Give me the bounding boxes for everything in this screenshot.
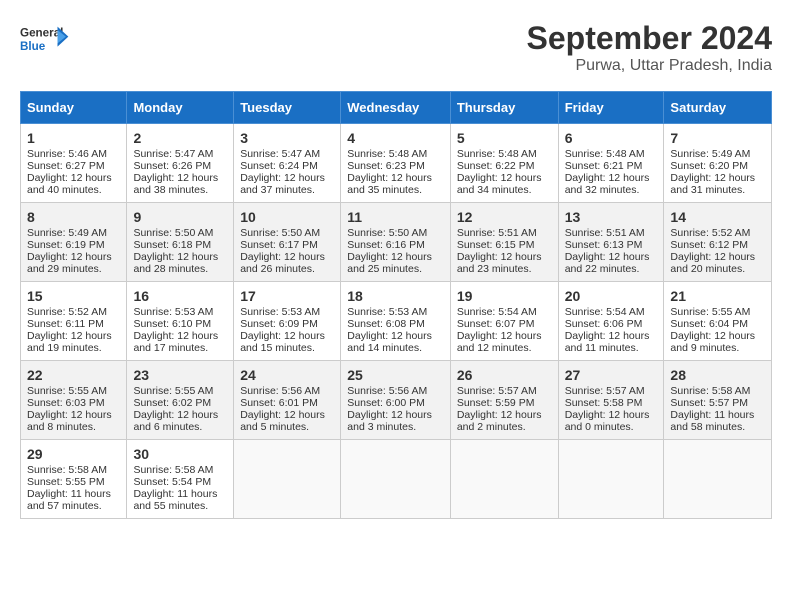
title-area: September 2024 Purwa, Uttar Pradesh, Ind…: [527, 20, 772, 75]
empty-cell-5: [664, 440, 772, 519]
header-friday: Friday: [558, 92, 664, 124]
day-21: 21 Sunrise: 5:55 AMSunset: 6:04 PMDaylig…: [664, 282, 772, 361]
day-26: 26 Sunrise: 5:57 AMSunset: 5:59 PMDaylig…: [450, 361, 558, 440]
week-row-5: 29 Sunrise: 5:58 AMSunset: 5:55 PMDaylig…: [21, 440, 772, 519]
logo-icon: General Blue: [20, 20, 70, 60]
day-1: 1 Sunrise: 5:46 AMSunset: 6:27 PMDayligh…: [21, 124, 127, 203]
header-sunday: Sunday: [21, 92, 127, 124]
week-row-1: 1 Sunrise: 5:46 AMSunset: 6:27 PMDayligh…: [21, 124, 772, 203]
day-27: 27 Sunrise: 5:57 AMSunset: 5:58 PMDaylig…: [558, 361, 664, 440]
header-thursday: Thursday: [450, 92, 558, 124]
day-23: 23 Sunrise: 5:55 AMSunset: 6:02 PMDaylig…: [127, 361, 234, 440]
days-header-row: Sunday Monday Tuesday Wednesday Thursday…: [21, 92, 772, 124]
day-17: 17 Sunrise: 5:53 AMSunset: 6:09 PMDaylig…: [234, 282, 341, 361]
header-wednesday: Wednesday: [341, 92, 451, 124]
week-row-3: 15 Sunrise: 5:52 AMSunset: 6:11 PMDaylig…: [21, 282, 772, 361]
empty-cell-1: [234, 440, 341, 519]
day-4: 4 Sunrise: 5:48 AMSunset: 6:23 PMDayligh…: [341, 124, 451, 203]
svg-text:Blue: Blue: [20, 40, 46, 53]
month-title: September 2024: [527, 20, 772, 57]
day-14: 14 Sunrise: 5:52 AMSunset: 6:12 PMDaylig…: [664, 203, 772, 282]
day-29: 29 Sunrise: 5:58 AMSunset: 5:55 PMDaylig…: [21, 440, 127, 519]
day-13: 13 Sunrise: 5:51 AMSunset: 6:13 PMDaylig…: [558, 203, 664, 282]
day-28: 28 Sunrise: 5:58 AMSunset: 5:57 PMDaylig…: [664, 361, 772, 440]
day-5: 5 Sunrise: 5:48 AMSunset: 6:22 PMDayligh…: [450, 124, 558, 203]
empty-cell-2: [341, 440, 451, 519]
day-25: 25 Sunrise: 5:56 AMSunset: 6:00 PMDaylig…: [341, 361, 451, 440]
location: Purwa, Uttar Pradesh, India: [527, 57, 772, 75]
day-8: 8 Sunrise: 5:49 AMSunset: 6:19 PMDayligh…: [21, 203, 127, 282]
day-20: 20 Sunrise: 5:54 AMSunset: 6:06 PMDaylig…: [558, 282, 664, 361]
header-saturday: Saturday: [664, 92, 772, 124]
header-tuesday: Tuesday: [234, 92, 341, 124]
header-monday: Monday: [127, 92, 234, 124]
empty-cell-3: [450, 440, 558, 519]
week-row-4: 22 Sunrise: 5:55 AMSunset: 6:03 PMDaylig…: [21, 361, 772, 440]
day-6: 6 Sunrise: 5:48 AMSunset: 6:21 PMDayligh…: [558, 124, 664, 203]
day-16: 16 Sunrise: 5:53 AMSunset: 6:10 PMDaylig…: [127, 282, 234, 361]
svg-text:General: General: [20, 27, 63, 40]
day-15: 15 Sunrise: 5:52 AMSunset: 6:11 PMDaylig…: [21, 282, 127, 361]
logo: General Blue: [20, 20, 74, 60]
day-10: 10 Sunrise: 5:50 AMSunset: 6:17 PMDaylig…: [234, 203, 341, 282]
day-24: 24 Sunrise: 5:56 AMSunset: 6:01 PMDaylig…: [234, 361, 341, 440]
calendar-table: Sunday Monday Tuesday Wednesday Thursday…: [20, 91, 772, 519]
day-3: 3 Sunrise: 5:47 AMSunset: 6:24 PMDayligh…: [234, 124, 341, 203]
day-22: 22 Sunrise: 5:55 AMSunset: 6:03 PMDaylig…: [21, 361, 127, 440]
day-19: 19 Sunrise: 5:54 AMSunset: 6:07 PMDaylig…: [450, 282, 558, 361]
week-row-2: 8 Sunrise: 5:49 AMSunset: 6:19 PMDayligh…: [21, 203, 772, 282]
empty-cell-4: [558, 440, 664, 519]
header: General Blue September 2024 Purwa, Uttar…: [20, 20, 772, 75]
day-12: 12 Sunrise: 5:51 AMSunset: 6:15 PMDaylig…: [450, 203, 558, 282]
day-9: 9 Sunrise: 5:50 AMSunset: 6:18 PMDayligh…: [127, 203, 234, 282]
day-7: 7 Sunrise: 5:49 AMSunset: 6:20 PMDayligh…: [664, 124, 772, 203]
day-11: 11 Sunrise: 5:50 AMSunset: 6:16 PMDaylig…: [341, 203, 451, 282]
day-2: 2 Sunrise: 5:47 AMSunset: 6:26 PMDayligh…: [127, 124, 234, 203]
day-30: 30 Sunrise: 5:58 AMSunset: 5:54 PMDaylig…: [127, 440, 234, 519]
day-18: 18 Sunrise: 5:53 AMSunset: 6:08 PMDaylig…: [341, 282, 451, 361]
